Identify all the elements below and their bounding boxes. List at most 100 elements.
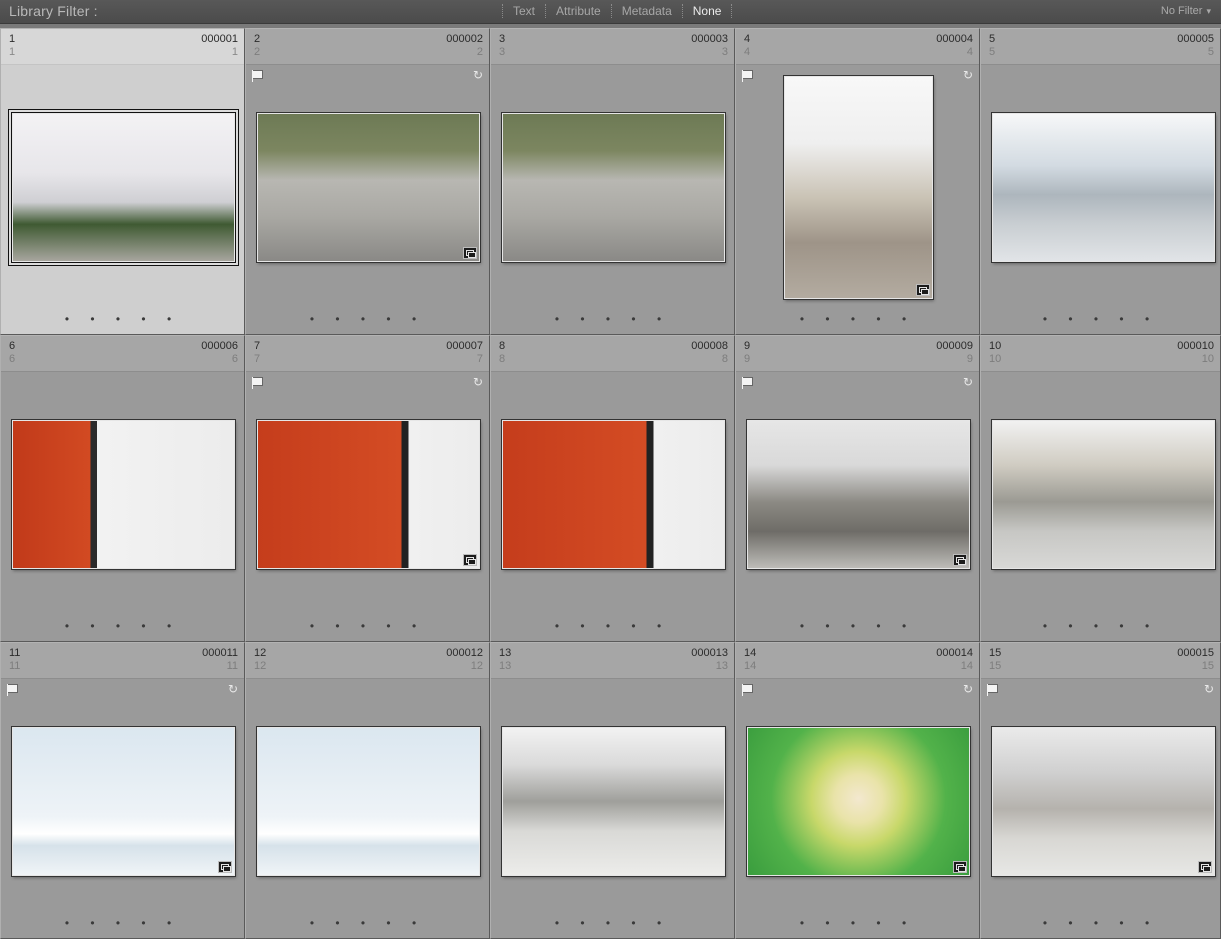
divider xyxy=(681,4,683,18)
grid-cell[interactable]: 2 2 000002 2 ↻ • • • • • xyxy=(245,28,490,335)
rating-dots[interactable]: • • • • • xyxy=(1,312,244,326)
photo-thumbnail[interactable] xyxy=(992,420,1215,569)
cell-header: 1 1 000001 1 xyxy=(1,29,244,65)
cell-index: 12 xyxy=(254,647,267,659)
pick-flag-icon[interactable] xyxy=(252,377,264,389)
grid-cell[interactable]: 3 3 000003 3 • • • • • xyxy=(490,28,735,335)
edited-badge-icon[interactable] xyxy=(463,247,477,259)
rating-dots[interactable]: • • • • • xyxy=(491,916,734,930)
rotate-icon[interactable]: ↻ xyxy=(1202,683,1216,695)
edited-badge-icon[interactable] xyxy=(916,284,930,296)
rating-dots[interactable]: • • • • • xyxy=(1,619,244,633)
rating-dots[interactable]: • • • • • xyxy=(491,312,734,326)
grid-cell[interactable]: 9 9 000009 9 ↻ • • • • • xyxy=(735,335,980,642)
rating-dots[interactable]: • • • • • xyxy=(981,619,1220,633)
rotate-icon[interactable]: ↻ xyxy=(226,683,240,695)
cell-header: 6 6 000006 6 xyxy=(1,336,244,372)
pick-flag-icon[interactable] xyxy=(742,70,754,82)
cell-index-secondary: 2 xyxy=(254,46,261,58)
rotate-icon[interactable]: ↻ xyxy=(961,683,975,695)
rating-dots[interactable]: • • • • • xyxy=(246,916,489,930)
pick-flag-icon[interactable] xyxy=(7,684,19,696)
cell-header: 3 3 000003 3 xyxy=(491,29,734,65)
edited-badge-icon[interactable] xyxy=(953,554,967,566)
photo-thumbnail[interactable] xyxy=(257,727,480,876)
rating-dots[interactable]: • • • • • xyxy=(246,619,489,633)
edited-badge-icon[interactable] xyxy=(463,554,477,566)
photo-thumbnail[interactable] xyxy=(502,727,725,876)
cell-file-index: 2 xyxy=(476,46,483,58)
cell-index: 14 xyxy=(744,647,757,659)
grid-cell[interactable]: 11 11 000011 11 ↻ • • • • • xyxy=(0,642,245,939)
pick-flag-icon[interactable] xyxy=(987,684,999,696)
filter-option-none[interactable]: None xyxy=(693,4,722,18)
rotate-icon[interactable]: ↻ xyxy=(471,69,485,81)
photo-thumbnail[interactable] xyxy=(12,113,235,262)
grid-cell[interactable]: 8 8 000008 8 • • • • • xyxy=(490,335,735,642)
rating-dots[interactable]: • • • • • xyxy=(491,619,734,633)
photo-thumbnail[interactable] xyxy=(992,727,1215,876)
filter-option-text[interactable]: Text xyxy=(513,4,535,18)
cell-index-secondary: 5 xyxy=(989,46,996,58)
rotate-icon[interactable]: ↻ xyxy=(961,376,975,388)
divider xyxy=(731,4,733,18)
cell-index-secondary: 14 xyxy=(744,660,757,672)
filter-option-attribute[interactable]: Attribute xyxy=(556,4,601,18)
cell-file-index: 7 xyxy=(476,353,483,365)
rotate-icon[interactable]: ↻ xyxy=(961,69,975,81)
divider xyxy=(610,4,612,18)
cell-filename: 000014 xyxy=(936,647,973,659)
rating-dots[interactable]: • • • • • xyxy=(1,916,244,930)
photo-thumbnail[interactable] xyxy=(747,727,970,876)
filter-preset-dropdown[interactable]: No Filter ▾ xyxy=(1161,5,1211,17)
photo-thumbnail[interactable] xyxy=(747,420,970,569)
rating-dots[interactable]: • • • • • xyxy=(981,916,1220,930)
library-filter-bar: Library Filter : Text Attribute Metadata… xyxy=(0,0,1221,24)
grid-cell[interactable]: 14 14 000014 14 ↻ • • • • • xyxy=(735,642,980,939)
grid-cell[interactable]: 15 15 000015 15 ↻ • • • • • xyxy=(980,642,1221,939)
cell-index: 5 xyxy=(989,33,996,45)
cell-file-index: 8 xyxy=(721,353,728,365)
cell-file-index: 12 xyxy=(470,660,483,672)
cell-index: 15 xyxy=(989,647,1002,659)
grid-cell[interactable]: 12 12 000012 12 • • • • • xyxy=(245,642,490,939)
photo-thumbnail[interactable] xyxy=(502,113,725,262)
rating-dots[interactable]: • • • • • xyxy=(981,312,1220,326)
photo-thumbnail[interactable] xyxy=(257,420,480,569)
cell-header: 10 10 000010 10 xyxy=(981,336,1220,372)
photo-thumbnail[interactable] xyxy=(992,113,1215,262)
cell-filename: 000013 xyxy=(691,647,728,659)
grid-cell[interactable]: 6 6 000006 6 • • • • • xyxy=(0,335,245,642)
rating-dots[interactable]: • • • • • xyxy=(246,312,489,326)
filter-preset-label: No Filter xyxy=(1160,5,1203,17)
edited-badge-icon[interactable] xyxy=(218,861,232,873)
photo-thumbnail[interactable] xyxy=(12,420,235,569)
pick-flag-icon[interactable] xyxy=(742,377,754,389)
photo-thumbnail[interactable] xyxy=(257,113,480,262)
rating-dots[interactable]: • • • • • xyxy=(736,312,979,326)
rotate-icon[interactable]: ↻ xyxy=(471,376,485,388)
edited-badge-icon[interactable] xyxy=(953,861,967,873)
rating-dots[interactable]: • • • • • xyxy=(736,619,979,633)
photo-thumbnail[interactable] xyxy=(784,76,933,299)
cell-filename: 000009 xyxy=(936,340,973,352)
divider xyxy=(502,4,503,18)
filter-option-metadata[interactable]: Metadata xyxy=(622,4,672,18)
grid-cell[interactable]: 1 1 000001 1 • • • • • xyxy=(0,28,245,335)
cell-file-index: 4 xyxy=(966,46,973,58)
edited-badge-icon[interactable] xyxy=(1198,861,1212,873)
grid-cell[interactable]: 7 7 000007 7 ↻ • • • • • xyxy=(245,335,490,642)
grid-cell[interactable]: 5 5 000005 5 • • • • • xyxy=(980,28,1221,335)
cell-file-index: 11 xyxy=(226,660,238,672)
pick-flag-icon[interactable] xyxy=(742,684,754,696)
grid-cell[interactable]: 13 13 000013 13 • • • • • xyxy=(490,642,735,939)
photo-thumbnail[interactable] xyxy=(502,420,725,569)
photo-thumbnail[interactable] xyxy=(12,727,235,876)
rating-dots[interactable]: • • • • • xyxy=(736,916,979,930)
grid-cell[interactable]: 4 4 000004 4 ↻ • • • • • xyxy=(735,28,980,335)
cell-file-index: 10 xyxy=(1201,353,1214,365)
cell-index: 3 xyxy=(499,33,506,45)
pick-flag-icon[interactable] xyxy=(252,70,264,82)
cell-index: 9 xyxy=(744,340,751,352)
grid-cell[interactable]: 10 10 000010 10 • • • • • xyxy=(980,335,1221,642)
